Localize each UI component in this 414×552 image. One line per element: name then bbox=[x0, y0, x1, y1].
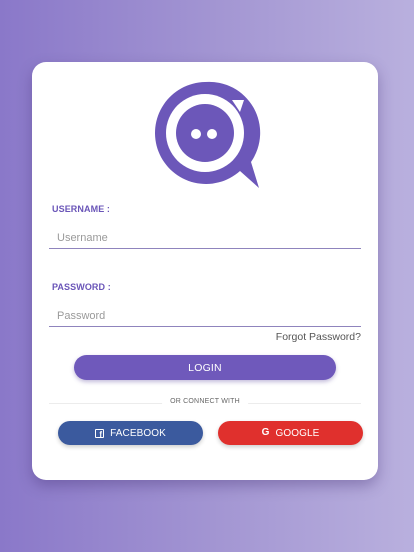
google-icon: G bbox=[261, 427, 270, 438]
forgot-password-link[interactable]: Forgot Password? bbox=[276, 331, 361, 343]
username-input[interactable] bbox=[49, 227, 361, 249]
facebook-label: FACEBOOK bbox=[110, 427, 166, 439]
login-button[interactable]: LOGIN bbox=[74, 355, 336, 380]
facebook-button[interactable]: f FACEBOOK bbox=[58, 421, 203, 445]
username-label: USERNAME : bbox=[52, 204, 111, 214]
password-input[interactable] bbox=[49, 305, 361, 327]
google-button[interactable]: G GOOGLE bbox=[218, 421, 363, 445]
google-label: GOOGLE bbox=[275, 427, 320, 439]
chat-bubble-face-icon bbox=[154, 81, 261, 188]
login-card: USERNAME : PASSWORD : Forgot Password? L… bbox=[32, 62, 378, 480]
or-connect-with-text: OR CONNECT WITH bbox=[162, 398, 248, 405]
facebook-icon: f bbox=[95, 428, 105, 438]
password-label: PASSWORD : bbox=[52, 282, 111, 292]
